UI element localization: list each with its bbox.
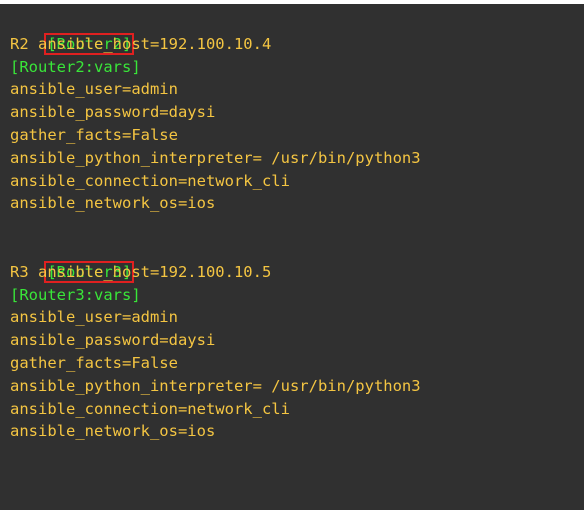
var-line: ansible_connection=network_cli bbox=[10, 171, 290, 190]
inventory-file-editor[interactable]: [Router2] R2 ansible_host=192.100.10.4 [… bbox=[0, 4, 584, 510]
var-line: ansible_connection=network_cli bbox=[10, 399, 290, 418]
var-line: ansible_user=admin bbox=[10, 80, 178, 99]
group-header-line: [Router2] bbox=[10, 10, 584, 55]
var-line: ansible_password=daysi bbox=[10, 103, 216, 122]
var-line: gather_facts=False bbox=[10, 125, 178, 144]
vars-header-router2: [Router2:vars] bbox=[10, 57, 141, 76]
var-line: ansible_python_interpreter= /usr/bin/pyt… bbox=[10, 376, 421, 395]
group-header-line: [Router3] bbox=[10, 238, 584, 283]
var-line: ansible_python_interpreter= /usr/bin/pyt… bbox=[10, 148, 421, 167]
var-line: gather_facts=False bbox=[10, 353, 178, 372]
var-line: ansible_network_os=ios bbox=[10, 194, 216, 213]
var-line: ansible_network_os=ios bbox=[10, 422, 216, 441]
host-line-r3: R3 ansible_host=192.100.10.5 bbox=[10, 262, 272, 281]
host-line-r2: R2 ansible_host=192.100.10.4 bbox=[10, 34, 272, 53]
var-line: ansible_password=daysi bbox=[10, 331, 216, 350]
var-line: ansible_user=admin bbox=[10, 308, 178, 327]
vars-header-router3: [Router3:vars] bbox=[10, 285, 141, 304]
